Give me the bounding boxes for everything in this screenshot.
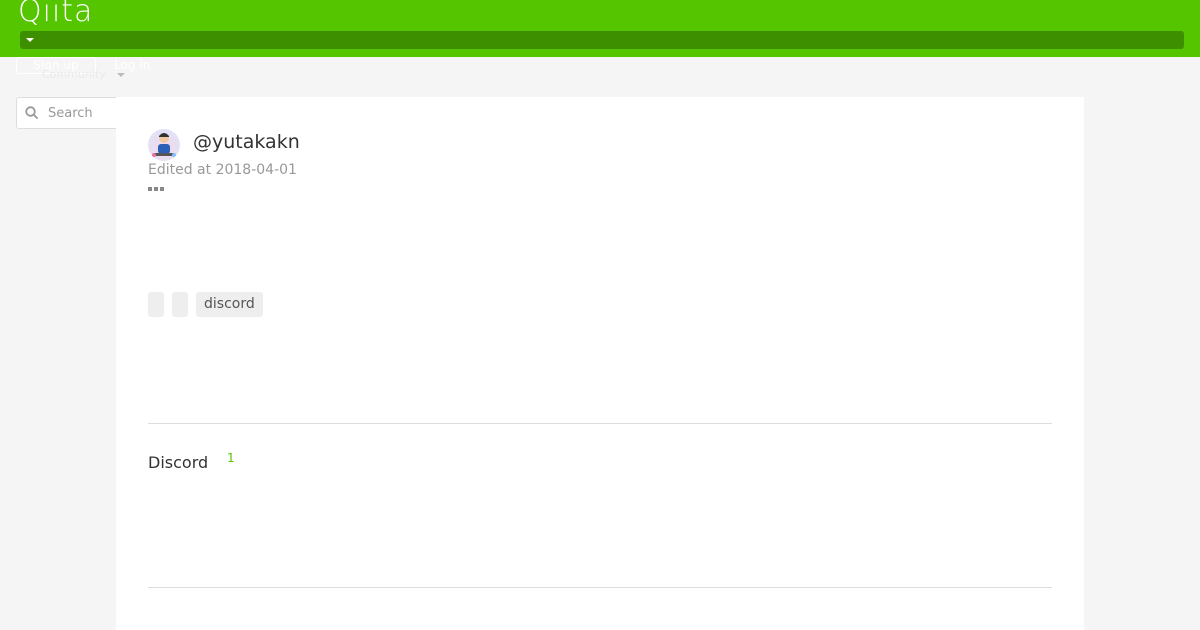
toolbar-strip [20,31,1184,49]
section-count-badge: 1 [227,451,235,465]
tag-chip[interactable] [148,292,164,317]
search-icon [25,106,38,119]
chevron-down-icon[interactable] [26,38,34,42]
divider [148,423,1052,424]
chevron-down-icon[interactable] [117,73,125,77]
login-link[interactable]: Log in [114,58,150,73]
divider [148,587,1052,588]
tag-chip-discord[interactable]: discord [196,292,263,317]
tag-chip[interactable] [172,292,188,317]
avatar[interactable] [148,129,180,161]
more-options-icon[interactable] [148,186,164,192]
community-menu[interactable]: Community [42,68,106,81]
header-bar: Qiita [0,0,1200,57]
qiita-logo[interactable]: Qiita [18,0,93,29]
edited-date: Edited at 2018-04-01 [148,162,297,178]
related-section-title: Discord [148,453,209,472]
author-username[interactable]: @yutakakn [193,131,300,153]
avatar-illustration [152,133,176,157]
